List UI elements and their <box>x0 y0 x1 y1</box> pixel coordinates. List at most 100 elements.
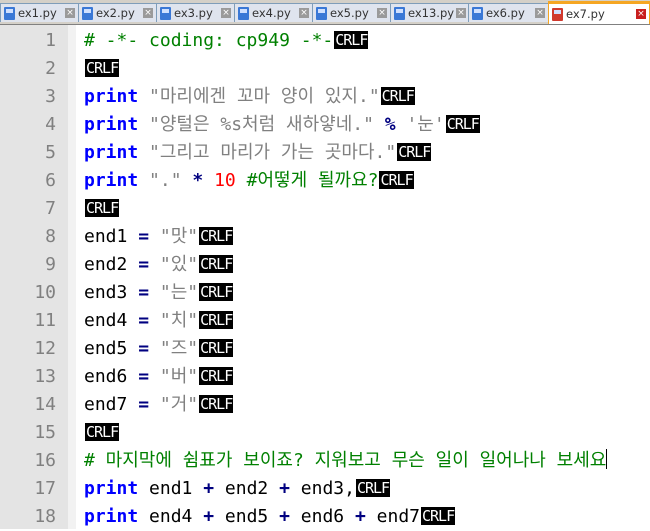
close-tab-icon[interactable]: × <box>143 8 153 18</box>
operator: = <box>138 310 150 331</box>
operator: + <box>279 506 290 527</box>
tab-ex5-py[interactable]: ex5.py × <box>312 3 391 22</box>
line-number: 2 <box>45 58 56 79</box>
tab-ex4-py[interactable]: ex4.py × <box>234 3 313 22</box>
eol-marker: CRLF <box>379 171 414 189</box>
eol-marker: CRLF <box>199 339 233 357</box>
save-file-icon <box>82 6 93 20</box>
tab-ex3-py[interactable]: ex3.py × <box>156 3 235 22</box>
code-line[interactable]: CRLF <box>84 195 119 223</box>
eol-marker: CRLF <box>199 311 233 329</box>
string-literal: "있" <box>159 254 199 275</box>
line-number: 9 <box>45 254 56 275</box>
close-tab-icon[interactable]: × <box>377 8 387 18</box>
code-line[interactable]: end2 = "있" CRLF <box>84 251 233 279</box>
line-number: 17 <box>34 478 56 499</box>
save-file-icon <box>316 6 327 20</box>
tab-bar: ex1.py × ex2.py × ex3.py × ex4.py × ex5.py × ex13.… <box>0 0 650 25</box>
code-line[interactable]: end3 = "는" CRLF <box>84 279 233 307</box>
string-literal: "그리고 마리가 가는 곳마다." <box>149 142 397 163</box>
tab-ex2-py[interactable]: ex2.py × <box>78 3 157 22</box>
text-caret <box>606 449 608 469</box>
line-number: 11 <box>34 310 56 331</box>
operator: = <box>138 254 150 275</box>
tab-label: ex2.py <box>96 6 135 20</box>
string-literal: "거" <box>159 394 199 415</box>
operator: + <box>203 506 215 527</box>
tab-ex6-py[interactable]: ex6.py × <box>468 3 549 22</box>
code-line[interactable]: print end1 + end2 + end3, CRLF <box>84 475 390 503</box>
string-literal: "." <box>149 170 182 191</box>
tab-ex1-py[interactable]: ex1.py × <box>0 3 79 22</box>
close-tab-icon[interactable]: × <box>299 8 309 18</box>
line-number: 16 <box>34 450 56 471</box>
string-literal: "맛" <box>159 226 199 247</box>
code-line[interactable]: CRLF <box>84 55 119 83</box>
tab-ex7-py[interactable]: ex7.py × <box>548 1 650 24</box>
eol-marker: CRLF <box>199 367 233 385</box>
save-file-icon <box>472 6 483 20</box>
code-line[interactable]: end4 = "치" CRLF <box>84 307 233 335</box>
string-literal: "즈" <box>159 338 199 359</box>
operator: = <box>138 226 150 247</box>
code-editor[interactable]: # -*- coding: cp949 -*- CRLF CRLF print "마리… <box>76 25 650 529</box>
code-line[interactable]: print "그리고 마리가 가는 곳마다." CRLF <box>84 139 431 167</box>
close-tab-icon[interactable]: × <box>535 8 545 18</box>
tab-label: ex1.py <box>18 6 57 20</box>
operator: = <box>138 338 150 359</box>
code-line[interactable]: # -*- coding: cp949 -*- CRLF <box>84 27 368 55</box>
close-tab-icon[interactable]: × <box>65 8 75 18</box>
code-line[interactable]: end1 = "맛" CRLF <box>84 223 233 251</box>
code-line[interactable]: print end4 + end5 + end6 + end7 CRLF <box>84 503 455 529</box>
line-number: 12 <box>34 338 56 359</box>
tab-label: ex13.py <box>408 6 455 20</box>
operator: = <box>138 394 150 415</box>
code-text: end7 <box>84 394 139 415</box>
line-number: 8 <box>45 226 56 247</box>
line-number: 15 <box>34 422 56 443</box>
code-line[interactable]: print "." * 10 #어떻게 될까요? CRLF <box>84 167 414 195</box>
code-line[interactable]: end6 = "버" CRLF <box>84 363 233 391</box>
string-literal: "는" <box>159 282 199 303</box>
eol-marker: CRLF <box>199 395 233 413</box>
string-literal: "양털은 %s처럼 새하얗네." <box>149 114 374 135</box>
code-line[interactable]: print "마리에겐 꼬마 양이 있지." CRLF <box>84 83 415 111</box>
tab-label: ex4.py <box>252 6 291 20</box>
save-file-icon <box>394 6 405 20</box>
line-number: 5 <box>45 142 56 163</box>
code-line[interactable]: print "양털은 %s처럼 새하얗네." % '눈' CRLF <box>84 111 480 139</box>
operator: % <box>384 114 396 135</box>
close-tab-icon[interactable]: × <box>221 8 231 18</box>
code-line[interactable]: # 마지막에 쉼표가 보이죠? 지워보고 무슨 일이 일어나나 보세요 <box>84 447 608 475</box>
eol-marker: CRLF <box>199 227 233 245</box>
line-number: 18 <box>34 506 56 527</box>
close-tab-icon[interactable]: × <box>456 8 467 18</box>
keyword: print <box>84 170 139 191</box>
operator: + <box>203 478 215 499</box>
keyword: print <box>84 86 139 107</box>
operator: = <box>138 282 150 303</box>
code-text: end7 <box>365 506 420 527</box>
code-line[interactable]: end7 = "거" CRLF <box>84 391 233 419</box>
close-tab-icon[interactable]: × <box>636 9 646 19</box>
number-literal: 10 <box>214 170 236 191</box>
save-file-icon <box>4 6 15 20</box>
tab-ex13-py[interactable]: ex13.py × <box>390 3 469 22</box>
eol-marker: CRLF <box>380 87 415 105</box>
string-literal: "마리에겐 꼬마 양이 있지." <box>149 86 380 107</box>
keyword: print <box>84 142 139 163</box>
code-line[interactable]: CRLF <box>84 419 119 447</box>
save-file-icon <box>552 7 563 21</box>
code-text: end6 <box>84 366 139 387</box>
tab-label: ex3.py <box>174 6 213 20</box>
code-line[interactable]: end5 = "즈" CRLF <box>84 335 233 363</box>
